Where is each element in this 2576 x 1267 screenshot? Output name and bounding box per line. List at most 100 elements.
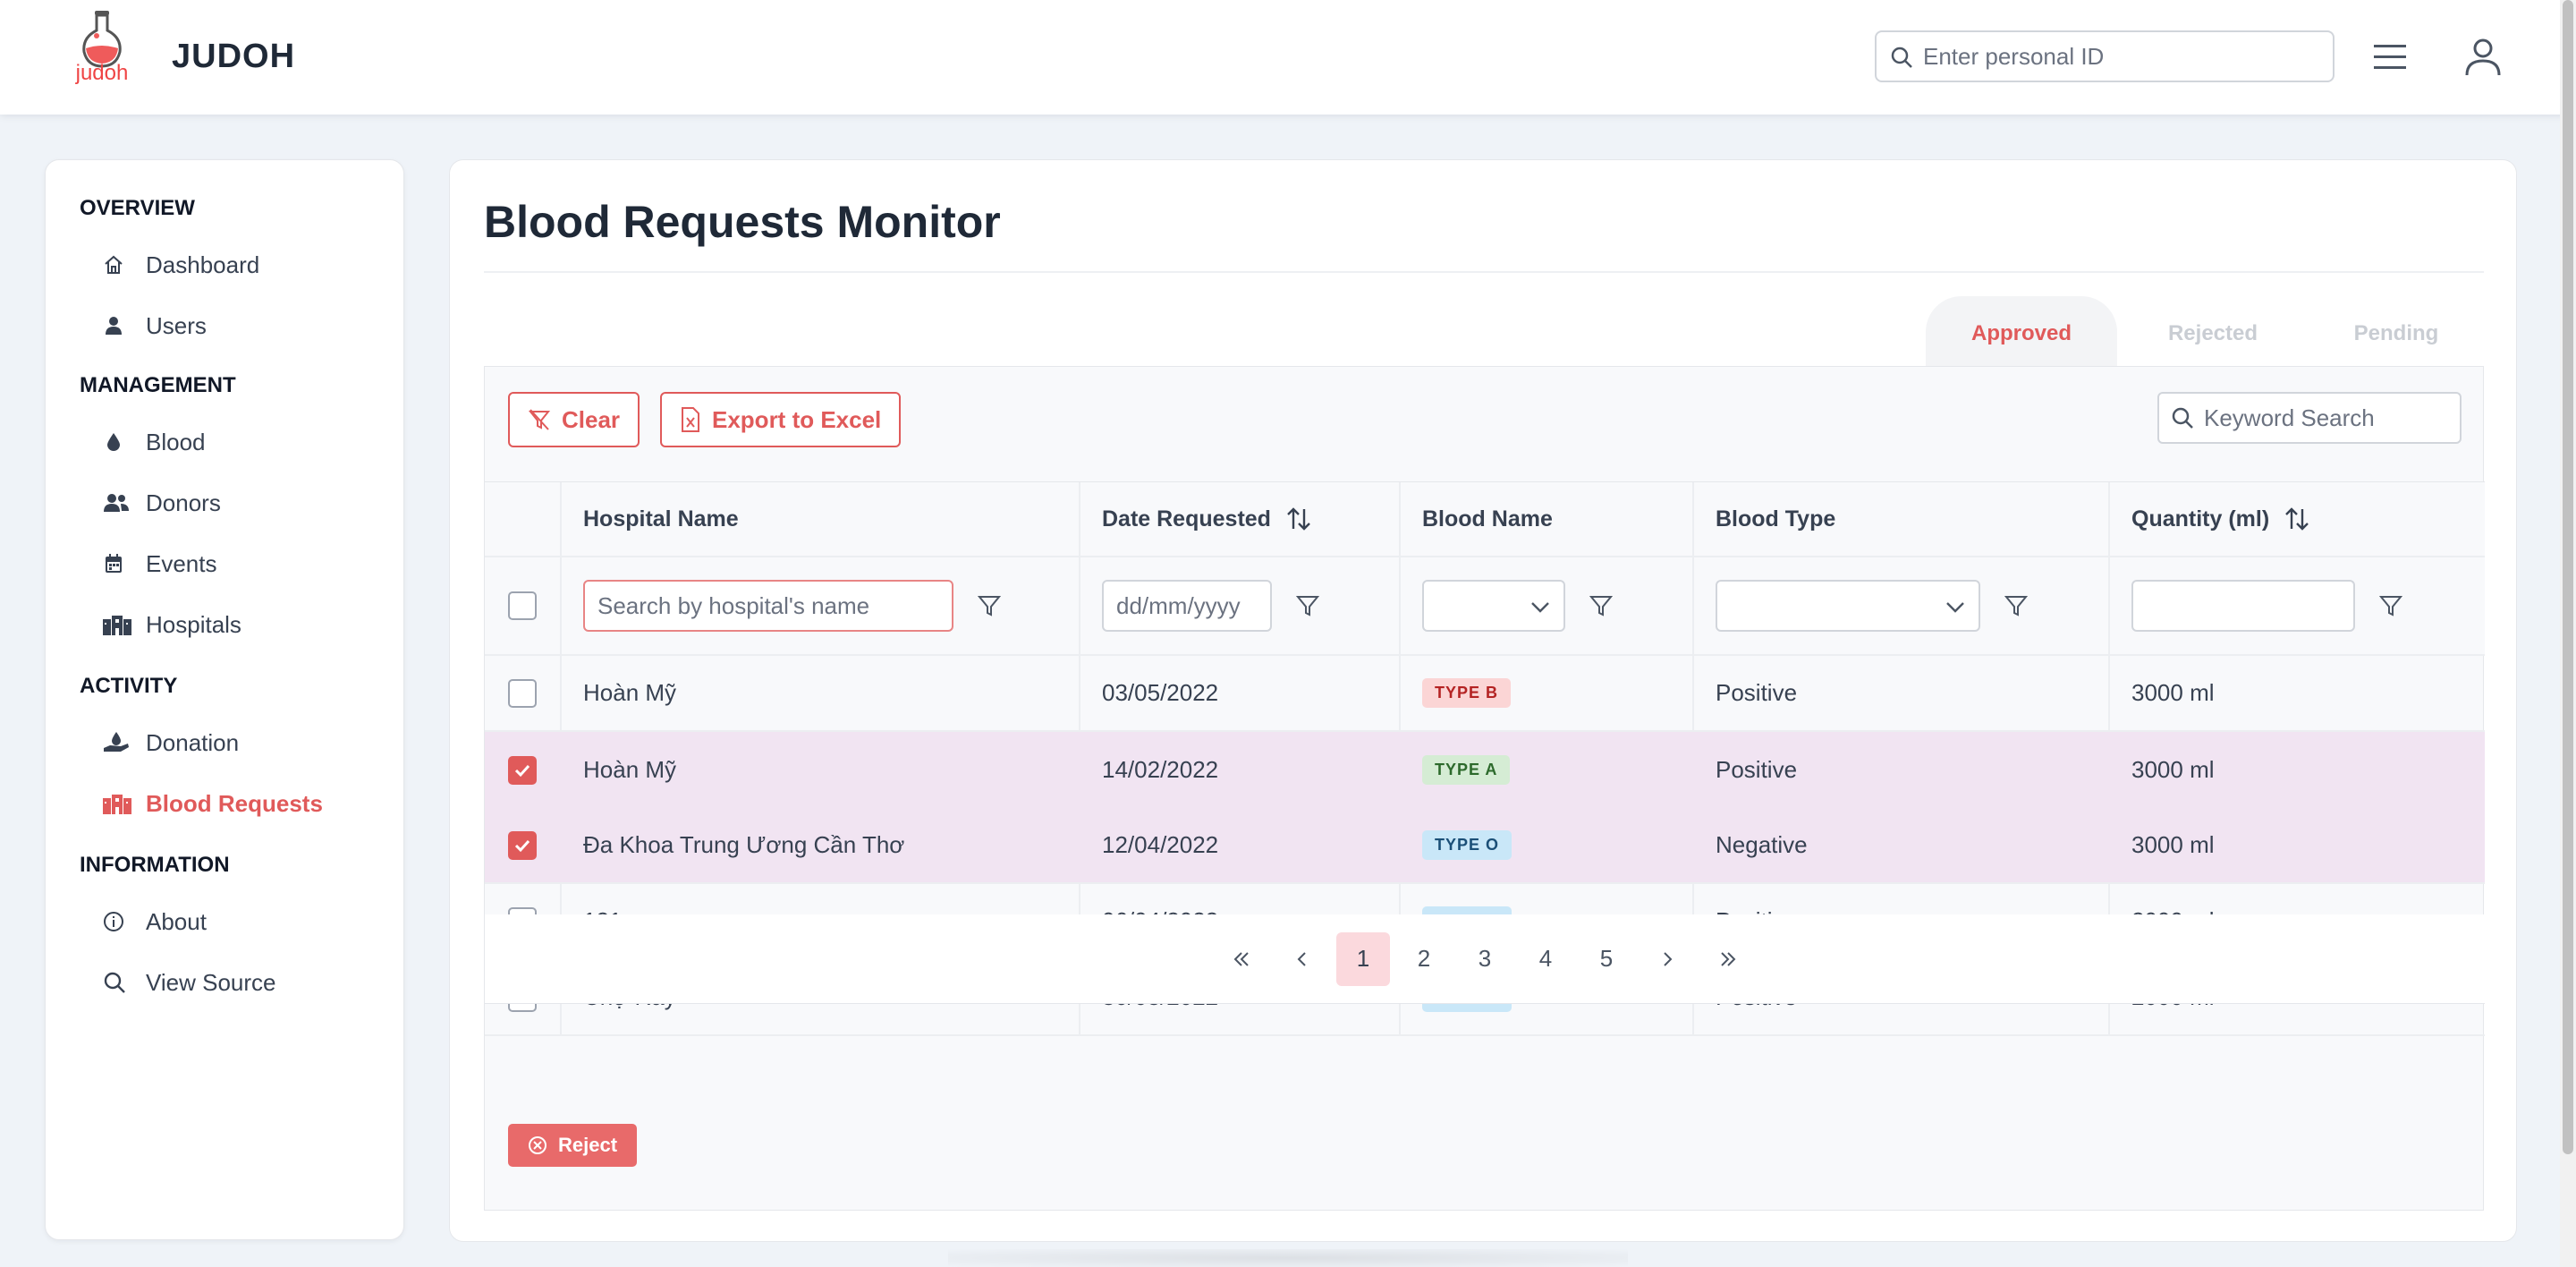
keyword-search[interactable] [2157, 392, 2462, 444]
blood-name-badge: TYPE B [1422, 678, 1512, 708]
page-scrollbar[interactable] [2560, 0, 2576, 1267]
next-page-button[interactable] [1640, 932, 1694, 986]
sidebar-item-label: About [146, 907, 207, 935]
tab-rejected[interactable]: Rejected [2117, 296, 2309, 371]
sidebar-item-label: Events [146, 549, 217, 577]
clear-label: Clear [562, 405, 621, 433]
column-header-blood-type[interactable]: Blood Type [1692, 482, 1835, 556]
filter-icon[interactable] [1295, 593, 1320, 618]
blood-type-cell: Negative [1716, 831, 1808, 858]
main-card: Blood Requests Monitor Approved Rejected… [449, 159, 2517, 1242]
chevron-left-icon [1297, 951, 1306, 966]
personal-id-input[interactable] [1923, 32, 2326, 81]
date-filter-input[interactable] [1102, 580, 1272, 632]
info-icon [103, 908, 133, 935]
table-header-row: Hospital Name Date Requested Blood Name … [485, 482, 2485, 557]
prev-page-button[interactable] [1275, 932, 1329, 986]
hospital-filter-input[interactable] [583, 580, 953, 632]
last-page-button[interactable] [1701, 932, 1755, 986]
row-checkbox[interactable] [508, 830, 537, 860]
user-profile-icon[interactable] [2462, 36, 2504, 79]
tab-pending[interactable]: Pending [2309, 296, 2484, 371]
row-checkbox[interactable] [508, 678, 537, 708]
excel-file-icon [682, 407, 699, 432]
column-header-blood-name[interactable]: Blood Name [1399, 482, 1553, 556]
page-button-3[interactable]: 3 [1458, 932, 1512, 986]
sidebar-item-label: Dashboard [146, 251, 260, 278]
reject-label: Reject [558, 1134, 618, 1156]
section-title-overview: OVERVIEW [80, 196, 195, 220]
sidebar-item-label: Donation [146, 728, 240, 756]
export-excel-button[interactable]: Export to Excel [660, 392, 902, 447]
chevron-right-icon [1664, 951, 1673, 966]
building-icon [103, 790, 133, 817]
requests-panel: Clear Export to Excel Hospital Name Date… [484, 366, 2485, 1211]
search-icon [2172, 407, 2193, 429]
clear-filter-button[interactable]: Clear [508, 392, 640, 447]
sidebar-item-label: Hospitals [146, 610, 242, 638]
row-checkbox[interactable] [508, 755, 537, 785]
page-title: Blood Requests Monitor [484, 197, 1001, 247]
sidebar-item-label: Blood [146, 428, 206, 455]
sidebar-item-donation[interactable]: Donation [103, 720, 389, 765]
tab-approved[interactable]: Approved [1926, 296, 2117, 371]
blood-type-cell: Positive [1716, 679, 1798, 706]
user-icon [103, 312, 133, 339]
drop-icon [103, 429, 133, 455]
keyword-search-input[interactable] [2204, 394, 2454, 442]
quantity-cell: 3000 ml [2131, 831, 2215, 858]
table-row[interactable]: Hoàn Mỹ 03/05/2022 TYPE B Positive 3000 … [485, 656, 2485, 732]
column-header-quantity[interactable]: Quantity (ml) [2108, 482, 2310, 556]
sidebar-item-blood[interactable]: Blood [103, 420, 389, 464]
column-header-hospital[interactable]: Hospital Name [560, 482, 739, 556]
table-row[interactable]: Hoàn Mỹ 14/02/2022 TYPE A Positive 3000 … [485, 732, 2485, 808]
personal-id-search[interactable] [1875, 30, 2334, 82]
reject-button[interactable]: Reject [508, 1124, 638, 1167]
filter-icon[interactable] [2378, 593, 2403, 618]
quantity-cell: 3000 ml [2131, 756, 2215, 783]
sort-icon[interactable] [2284, 506, 2310, 532]
check-icon [514, 839, 530, 852]
sidebar-item-donors[interactable]: Donors [103, 480, 389, 525]
page-button-1[interactable]: 1 [1336, 931, 1390, 986]
sidebar-item-hospitals[interactable]: Hospitals [103, 602, 389, 647]
blood-name-filter-select[interactable] [1422, 580, 1565, 632]
sidebar-item-about[interactable]: About [103, 899, 389, 944]
status-tabs: Approved Rejected Pending [1926, 296, 2484, 371]
quantity-cell: 3000 ml [2131, 679, 2215, 706]
search-icon [1891, 47, 1912, 68]
chevron-down-icon [1531, 602, 1549, 613]
column-header-date[interactable]: Date Requested [1079, 482, 1312, 556]
filter-icon[interactable] [977, 593, 1002, 618]
logo-text: judoh [75, 61, 129, 85]
page-button-5[interactable]: 5 [1580, 932, 1633, 986]
double-chevron-right-icon [1721, 951, 1736, 966]
page-button-4[interactable]: 4 [1519, 932, 1572, 986]
sidebar-item-blood-requests[interactable]: Blood Requests [103, 781, 389, 826]
sidebar-item-events[interactable]: Events [103, 541, 389, 586]
table-filter-row [485, 557, 2485, 656]
quantity-filter-input[interactable] [2131, 580, 2355, 632]
blood-type-cell: Positive [1716, 756, 1798, 783]
sidebar-item-users[interactable]: Users [103, 303, 389, 348]
blood-type-filter-select[interactable] [1716, 580, 1980, 632]
scrollbar-thumb[interactable] [2563, 0, 2573, 1154]
divider [484, 271, 2484, 273]
sidebar-item-view-source[interactable]: View Source [103, 960, 389, 1005]
menu-icon[interactable] [2370, 39, 2410, 75]
page-button-2[interactable]: 2 [1397, 932, 1451, 986]
sort-icon[interactable] [1285, 506, 1312, 532]
date-cell: 12/04/2022 [1102, 831, 1219, 858]
home-icon [103, 251, 133, 278]
filter-icon[interactable] [2004, 593, 2029, 618]
first-page-button[interactable] [1215, 932, 1268, 986]
select-all-checkbox[interactable] [508, 591, 537, 620]
sidebar-item-dashboard[interactable]: Dashboard [103, 242, 389, 287]
sidebar-item-label: Users [146, 311, 207, 339]
table-row[interactable]: Đa Khoa Trung Ương Cần Thơ 12/04/2022 TY… [485, 808, 2485, 884]
date-cell: 03/05/2022 [1102, 679, 1219, 706]
filter-icon[interactable] [1589, 593, 1614, 618]
date-cell: 14/02/2022 [1102, 756, 1219, 783]
brand-name[interactable]: JUDOH [172, 38, 295, 76]
blood-requests-table: Hospital Name Date Requested Blood Name … [485, 481, 2485, 1036]
